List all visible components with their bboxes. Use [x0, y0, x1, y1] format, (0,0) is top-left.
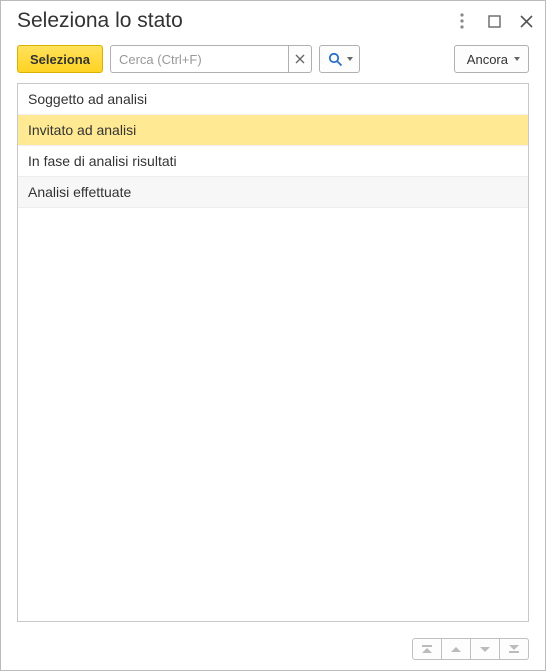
window-title: Seleziona lo stato [17, 9, 453, 33]
nav-up-button[interactable] [441, 638, 471, 660]
footer [1, 632, 545, 670]
kebab-menu-icon[interactable] [453, 12, 471, 30]
go-top-icon [422, 645, 432, 653]
triangle-down-icon [480, 647, 490, 652]
titlebar-controls [453, 12, 535, 30]
titlebar: Seleziona lo stato [1, 1, 545, 37]
select-button-label: Seleziona [30, 52, 90, 67]
chevron-down-icon [347, 57, 353, 61]
list-item[interactable]: Soggetto ad analisi [18, 84, 528, 115]
search-button[interactable] [319, 45, 360, 73]
list-item[interactable]: Invitato ad analisi [18, 115, 528, 146]
list-item[interactable]: Analisi effettuate [18, 177, 528, 208]
more-button-label: Ancora [467, 52, 508, 67]
nav-buttons [412, 638, 529, 660]
clear-search-button[interactable] [288, 45, 312, 73]
list-item[interactable]: In fase di analisi risultati [18, 146, 528, 177]
maximize-icon[interactable] [485, 12, 503, 30]
list-item-label: Analisi effettuate [28, 184, 131, 200]
select-button[interactable]: Seleziona [17, 45, 103, 73]
nav-down-button[interactable] [470, 638, 500, 660]
list-item-label: In fase di analisi risultati [28, 153, 177, 169]
chevron-down-icon [514, 57, 520, 61]
magnifier-icon [328, 52, 343, 67]
search-input[interactable] [110, 45, 288, 73]
x-icon [295, 54, 305, 64]
nav-first-button[interactable] [412, 638, 442, 660]
dialog-window: Seleziona lo stato Seleziona [0, 0, 546, 671]
nav-last-button[interactable] [499, 638, 529, 660]
triangle-up-icon [451, 647, 461, 652]
status-list[interactable]: Soggetto ad analisi Invitato ad analisi … [17, 83, 529, 622]
toolbar: Seleziona Ancora [1, 37, 545, 83]
list-item-label: Invitato ad analisi [28, 122, 136, 138]
list-item-label: Soggetto ad analisi [28, 91, 147, 107]
search-group [110, 45, 312, 73]
go-bottom-icon [509, 645, 519, 653]
close-icon[interactable] [517, 12, 535, 30]
more-button[interactable]: Ancora [454, 45, 529, 73]
